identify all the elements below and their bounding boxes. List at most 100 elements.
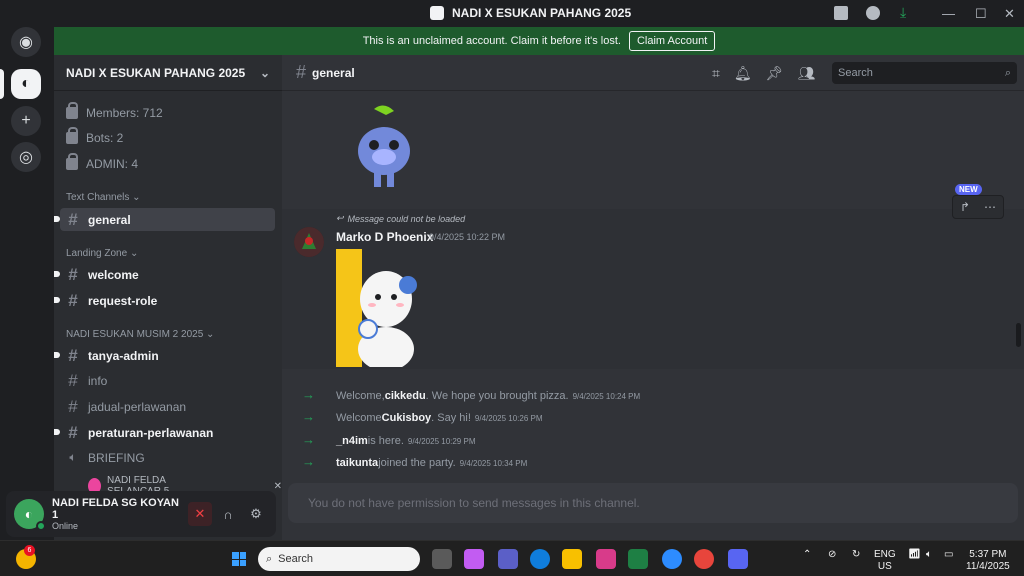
list-item: → taikunta joined the party. 9/4/2025 10… bbox=[302, 454, 527, 469]
voice-channel-briefing[interactable]: 🔈︎ BRIEFING bbox=[60, 446, 275, 469]
avatar[interactable]: ◐ bbox=[14, 499, 46, 531]
join-arrow-icon: → bbox=[302, 387, 315, 402]
task-view-icon[interactable] bbox=[432, 549, 452, 569]
category-nadi-esukan[interactable]: NADI ESUKAN MUSIM 2 2025 ⌄ bbox=[66, 329, 214, 340]
pin-icon[interactable]: 📌︎ bbox=[766, 65, 784, 82]
headphones-icon[interactable]: ∩ bbox=[216, 502, 240, 526]
unread-indicator bbox=[54, 429, 60, 435]
microsoft-365-icon[interactable] bbox=[596, 549, 616, 569]
network-off-icon[interactable]: ⊘ bbox=[828, 549, 836, 561]
window-title: NADI X ESUKAN PAHANG 2025 bbox=[430, 6, 631, 20]
explore-servers-icon[interactable]: ◎ bbox=[11, 142, 41, 172]
avatar[interactable] bbox=[294, 227, 324, 257]
clock[interactable]: 5:37 PM 11/4/2025 bbox=[966, 549, 1010, 573]
more-options-icon[interactable]: ⋯ bbox=[984, 200, 996, 214]
add-server-icon[interactable]: + bbox=[11, 106, 41, 136]
hash-icon: # bbox=[68, 370, 78, 390]
channel-label: BRIEFING bbox=[88, 450, 145, 465]
join-username[interactable]: _n4im bbox=[336, 435, 368, 447]
search-input[interactable]: Search ⌕ bbox=[832, 62, 1017, 84]
channel-jadual-perlawanan[interactable]: # jadual-perlawanan bbox=[60, 395, 275, 418]
user-info[interactable]: NADI FELDA SG KOYAN 1 Online bbox=[52, 497, 184, 531]
stat-bots-label: Bots: 2 bbox=[86, 131, 124, 145]
wifi-icon[interactable]: 📶︎ bbox=[908, 549, 921, 561]
taskbar-search-input[interactable]: ⌕ Search bbox=[258, 547, 420, 571]
join-arrow-icon: → bbox=[302, 432, 315, 447]
hash-icon: # bbox=[296, 62, 307, 82]
close-button[interactable]: ✕ bbox=[1004, 6, 1015, 22]
join-arrow-icon: → bbox=[302, 454, 315, 469]
member-list-icon[interactable]: 👥︎ bbox=[797, 65, 815, 82]
channel-general[interactable]: # general bbox=[54, 208, 275, 231]
guild-name: NADI X ESUKAN PAHANG 2025 bbox=[66, 65, 246, 80]
spreadsheet-app-icon[interactable] bbox=[628, 549, 648, 569]
join-timestamp: 9/4/2025 10:34 PM bbox=[459, 459, 528, 468]
category-label: Landing Zone bbox=[66, 248, 128, 259]
channel-info[interactable]: # info bbox=[60, 369, 275, 392]
channel-tanya-admin[interactable]: # tanya-admin bbox=[54, 344, 275, 367]
copilot-icon[interactable] bbox=[464, 549, 484, 569]
reply-reference[interactable]: ↩ Message could not be loaded bbox=[336, 213, 465, 224]
claim-account-button[interactable]: Claim Account bbox=[628, 31, 716, 51]
message-author[interactable]: Marko D Phoenix bbox=[336, 230, 433, 244]
teams-icon[interactable] bbox=[498, 549, 518, 569]
window-title-text: NADI X ESUKAN PAHANG 2025 bbox=[452, 6, 632, 20]
hash-icon: # bbox=[68, 345, 78, 365]
channel-peraturan-perlawanan[interactable]: # peraturan-perlawanan bbox=[54, 421, 275, 444]
file-explorer-icon[interactable] bbox=[562, 549, 582, 569]
wumpus-sticker bbox=[358, 105, 410, 187]
download-icon[interactable]: ⤓ bbox=[900, 4, 914, 20]
maximize-button[interactable]: ☐ bbox=[975, 6, 987, 22]
edge-icon[interactable] bbox=[530, 549, 550, 569]
settings-gear-icon[interactable]: ⚙︎ bbox=[244, 502, 268, 526]
category-label: Text Channels bbox=[66, 192, 130, 203]
sync-icon[interactable]: ↻ bbox=[852, 549, 860, 561]
guild-header[interactable]: NADI X ESUKAN PAHANG 2025 ⌄ bbox=[54, 55, 282, 91]
category-label: NADI ESUKAN MUSIM 2 2025 bbox=[66, 329, 204, 340]
screen-share-icon[interactable] bbox=[834, 6, 848, 20]
server-logo-icon bbox=[430, 6, 444, 20]
channel-label: general bbox=[88, 212, 131, 227]
forward-icon[interactable]: ↱ bbox=[960, 200, 970, 214]
stat-admin-label: ADMIN: 4 bbox=[86, 157, 139, 171]
discord-home-icon[interactable]: ◉ bbox=[11, 27, 41, 57]
category-text-channels[interactable]: Text Channels ⌄ bbox=[66, 192, 141, 203]
channel-title: general bbox=[312, 65, 355, 80]
channel-label: tanya-admin bbox=[88, 348, 159, 363]
battery-icon[interactable]: ▭ bbox=[944, 549, 953, 561]
channel-label: info bbox=[88, 373, 108, 388]
category-landing-zone[interactable]: Landing Zone ⌄ bbox=[66, 248, 138, 259]
join-timestamp: 9/4/2025 10:26 PM bbox=[474, 414, 543, 423]
join-username[interactable]: cikkedu bbox=[385, 390, 426, 402]
windows-start-icon[interactable] bbox=[232, 552, 246, 566]
threads-icon[interactable]: ⌗ bbox=[712, 65, 720, 82]
channel-welcome[interactable]: # welcome bbox=[54, 263, 275, 286]
hash-icon: # bbox=[68, 396, 78, 416]
search-placeholder: Search bbox=[838, 67, 873, 79]
notification-bell-icon[interactable]: 🔔︎ bbox=[734, 65, 752, 82]
title-bar: NADI X ESUKAN PAHANG 2025 ⤓ — ☐ ✕ bbox=[0, 0, 1024, 27]
user-name: NADI FELDA SG KOYAN 1 bbox=[52, 497, 179, 521]
language-indicator[interactable]: ENG US bbox=[874, 549, 896, 573]
minimize-button[interactable]: — bbox=[942, 6, 955, 21]
search-icon: ⌕ bbox=[266, 552, 273, 565]
server-nadi-icon[interactable]: ◐ bbox=[11, 69, 41, 99]
zoom-icon[interactable] bbox=[662, 549, 682, 569]
unclaimed-banner: This is an unclaimed account. Claim it b… bbox=[54, 27, 1024, 55]
online-status-indicator bbox=[36, 521, 46, 531]
scrollbar[interactable] bbox=[1016, 323, 1021, 347]
join-username[interactable]: Cukisboy bbox=[382, 412, 432, 424]
channel-request-role[interactable]: # request-role bbox=[54, 289, 275, 312]
help-icon[interactable] bbox=[866, 6, 880, 20]
lock-icon bbox=[66, 153, 78, 170]
mute-mic-icon[interactable]: ✕ bbox=[188, 502, 212, 526]
show-hidden-icons-icon[interactable]: ⌃ bbox=[803, 549, 811, 561]
join-username[interactable]: taikunta bbox=[336, 457, 378, 469]
notification-badge: 6 bbox=[24, 545, 35, 556]
channel-sidebar: NADI X ESUKAN PAHANG 2025 ⌄ Members: 712… bbox=[54, 55, 282, 540]
channel-label: welcome bbox=[88, 267, 139, 282]
discord-taskbar-icon[interactable] bbox=[728, 549, 748, 569]
chrome-icon[interactable] bbox=[694, 549, 714, 569]
hash-icon: # bbox=[68, 422, 78, 442]
volume-icon[interactable]: 🔈︎ bbox=[926, 549, 932, 561]
